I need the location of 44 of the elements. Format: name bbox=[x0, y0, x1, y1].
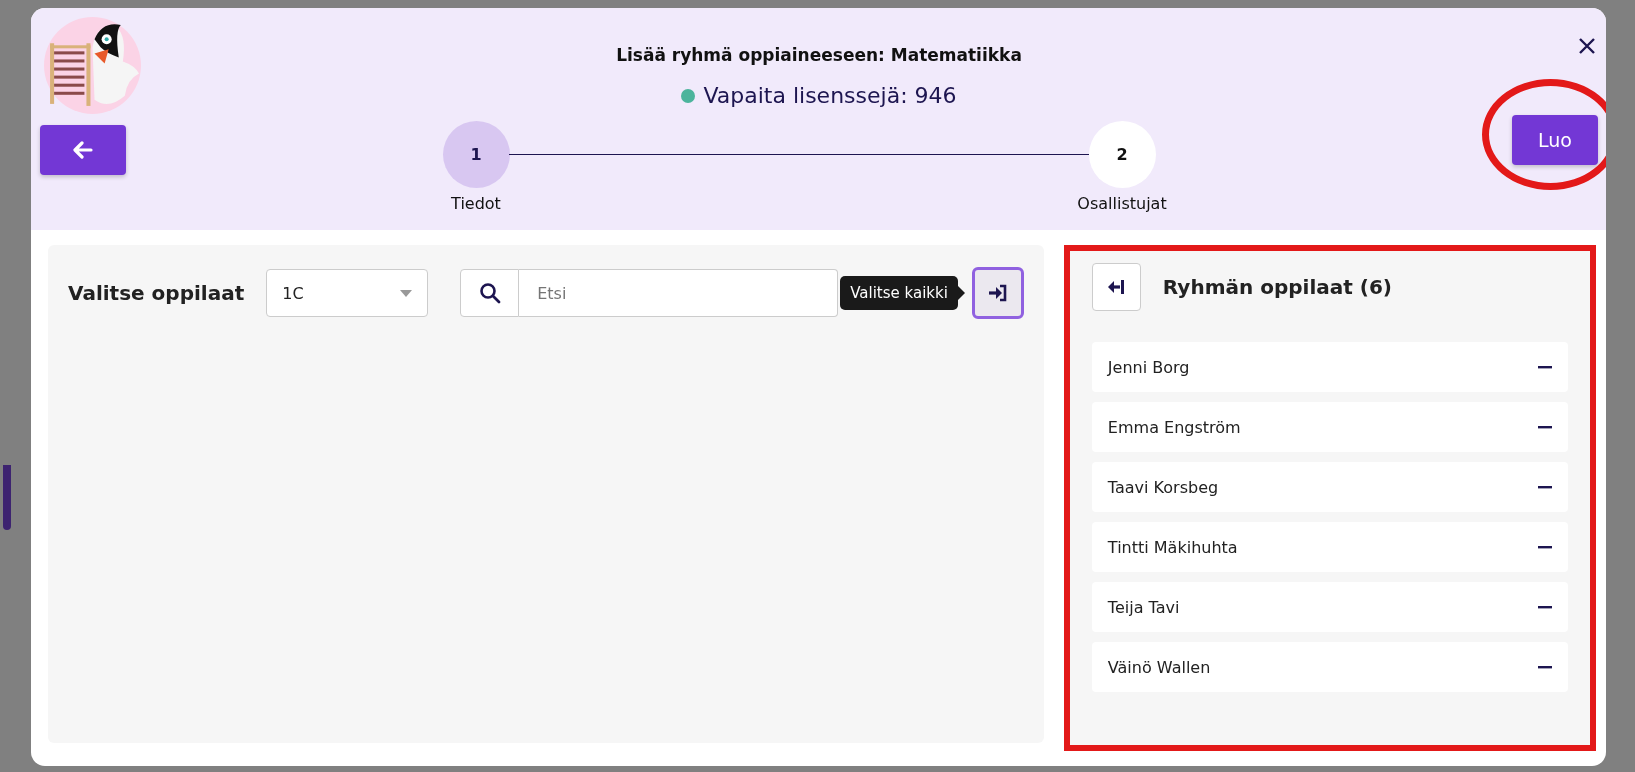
step-circle[interactable]: 1 bbox=[442, 121, 510, 188]
search-field[interactable]: Etsi bbox=[519, 269, 839, 317]
step-label: Tiedot bbox=[451, 194, 501, 213]
student-name: Tintti Mäkihuhta bbox=[1107, 537, 1238, 557]
step-circle[interactable]: 2 bbox=[1088, 121, 1156, 188]
search-icon bbox=[478, 282, 501, 304]
student-item[interactable]: Väinö Wallen bbox=[1091, 642, 1568, 692]
tooltip: Valitse kaikki bbox=[840, 276, 958, 310]
search-button[interactable] bbox=[460, 269, 520, 317]
tooltip-pointer bbox=[957, 286, 965, 300]
student-item[interactable]: Tintti Mäkihuhta bbox=[1091, 522, 1568, 572]
student-name: Taavi Korsbeg bbox=[1107, 477, 1219, 497]
background-page-block bbox=[3, 465, 11, 530]
student-name: Emma Engström bbox=[1107, 417, 1241, 437]
student-item[interactable]: Emma Engström bbox=[1091, 402, 1568, 452]
close-icon bbox=[1578, 37, 1596, 55]
select-all-button[interactable] bbox=[971, 267, 1024, 319]
group-title: Ryhmän oppilaat (6) bbox=[1162, 275, 1392, 299]
sign-out-arrow-icon bbox=[1106, 278, 1127, 296]
student-name: Väinö Wallen bbox=[1107, 657, 1211, 677]
student-item[interactable]: Taavi Korsbeg bbox=[1091, 462, 1568, 512]
minus-icon[interactable] bbox=[1538, 545, 1552, 549]
close-button[interactable] bbox=[1578, 37, 1596, 55]
left-arrow-icon bbox=[73, 141, 93, 159]
minus-icon[interactable] bbox=[1538, 665, 1552, 669]
student-item[interactable]: Teija Tavi bbox=[1091, 582, 1568, 632]
step-label: Osallistujat bbox=[1077, 194, 1167, 213]
student-name: Teija Tavi bbox=[1107, 597, 1180, 617]
student-item[interactable]: Jenni Borg bbox=[1091, 342, 1568, 392]
picker-title: Valitse oppilaat bbox=[68, 281, 245, 305]
minus-icon[interactable] bbox=[1538, 365, 1552, 369]
minus-icon[interactable] bbox=[1538, 485, 1552, 489]
sign-in-arrow-icon bbox=[987, 284, 1008, 302]
class-select[interactable]: 1C bbox=[266, 269, 429, 317]
license-count: Vapaita lisenssejä: 946 bbox=[703, 83, 957, 108]
back-button[interactable] bbox=[40, 125, 126, 175]
minus-icon[interactable] bbox=[1538, 425, 1552, 429]
status-dot-icon bbox=[681, 88, 696, 103]
dialog-title: Lisää ryhmä oppiaineeseen: Matematiikka bbox=[616, 45, 1022, 65]
minus-icon[interactable] bbox=[1538, 605, 1552, 609]
create-button[interactable]: Luo bbox=[1512, 115, 1598, 165]
caret-icon bbox=[400, 289, 413, 297]
remove-all-button[interactable] bbox=[1091, 263, 1141, 311]
student-name: Jenni Borg bbox=[1107, 357, 1190, 377]
